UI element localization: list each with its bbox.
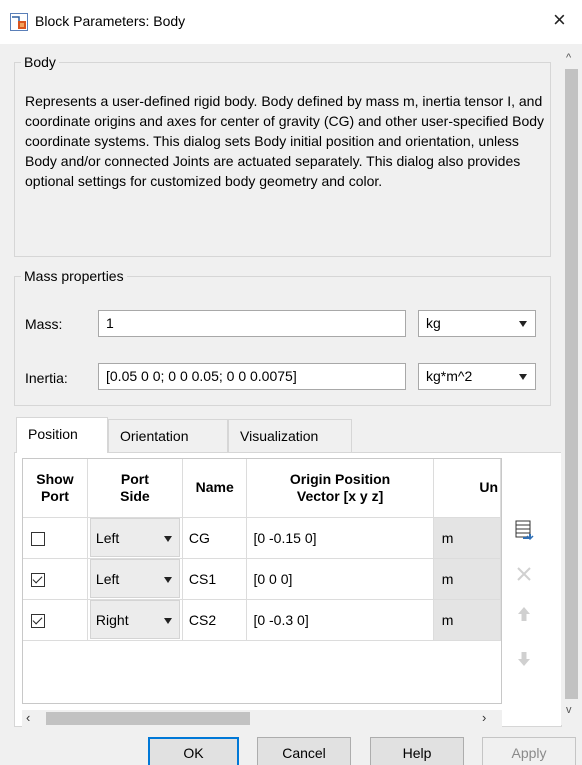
column-header-origin-position[interactable]: Origin Position Vector [x y z]: [246, 459, 434, 518]
inertia-label: Inertia:: [25, 370, 68, 386]
table-row: Left CS1 [0 0 0] m: [23, 558, 501, 600]
column-header-show-port[interactable]: Show Port: [23, 459, 88, 518]
body-group-legend: Body: [24, 54, 56, 70]
port-table: Show Port Port Side Name Origin Position Ve…: [22, 458, 502, 704]
inertia-unit-value: kg*m^2: [426, 368, 473, 384]
cancel-button[interactable]: Cancel: [257, 737, 351, 765]
origin-position-cell[interactable]: [0 -0.3 0]: [246, 599, 434, 641]
port-side-dropdown[interactable]: Left: [89, 518, 180, 557]
header-text: Side: [120, 487, 150, 504]
show-port-checkbox[interactable]: [31, 572, 45, 587]
chevron-down-icon: [163, 577, 172, 583]
port-side-dropdown[interactable]: Left: [89, 559, 180, 598]
show-port-cell: [23, 558, 88, 600]
scroll-down-icon[interactable]: v: [566, 704, 572, 716]
table-horizontal-scrollbar[interactable]: ‹ ›: [22, 710, 502, 727]
table-header-row: Show Port Port Side Name Origin Position Ve…: [23, 459, 501, 518]
move-down-button[interactable]: [512, 645, 536, 672]
show-port-cell: [23, 599, 88, 641]
tab-orientation[interactable]: Orientation: [108, 419, 228, 452]
inertia-field[interactable]: [0.05 0 0; 0 0 0.05; 0 0 0.0075]: [98, 363, 406, 390]
dialog-vertical-scrollbar[interactable]: ^ v: [561, 44, 582, 725]
unit-value: m: [433, 517, 500, 558]
scroll-up-icon[interactable]: ^: [566, 52, 571, 64]
chevron-down-icon: [163, 618, 172, 624]
add-row-button[interactable]: [512, 516, 536, 543]
port-name-cell: CG: [182, 517, 248, 559]
scroll-left-icon[interactable]: ‹: [26, 710, 30, 725]
mass-label: Mass:: [25, 316, 63, 332]
header-text: Vector [x y z]: [296, 487, 384, 504]
header-text: Port: [120, 470, 149, 487]
port-name-cell: CS2: [182, 599, 248, 641]
scroll-right-icon[interactable]: ›: [482, 710, 486, 725]
unit-cell[interactable]: m: [433, 599, 501, 641]
chevron-down-icon: [163, 536, 172, 542]
mass-field[interactable]: 1: [98, 310, 406, 337]
port-side-cell: Left: [87, 558, 183, 600]
apply-button[interactable]: Apply: [482, 737, 576, 765]
tab-visualization[interactable]: Visualization: [228, 419, 352, 452]
simulink-block-icon: [10, 13, 28, 31]
unit-cell[interactable]: m: [433, 558, 501, 600]
table-row: Left CG [0 -0.15 0] m: [23, 517, 501, 559]
scrollbar-thumb[interactable]: [46, 712, 250, 725]
port-side-cell: Right: [87, 599, 183, 641]
unit-value: m: [433, 558, 500, 599]
help-button[interactable]: Help: [370, 737, 464, 765]
header-text: Show: [36, 470, 74, 487]
move-up-icon: [518, 606, 530, 621]
unit-cell[interactable]: m: [433, 517, 501, 559]
ok-button[interactable]: OK: [148, 737, 239, 765]
origin-position-cell[interactable]: [0 0 0]: [246, 558, 434, 600]
close-icon[interactable]: ×: [553, 9, 566, 31]
origin-position-cell[interactable]: [0 -0.15 0]: [246, 517, 434, 559]
move-up-button[interactable]: [512, 600, 536, 627]
chevron-down-icon: [519, 374, 527, 380]
port-side-cell: Left: [87, 517, 183, 559]
port-side-value: Left: [95, 530, 120, 546]
delete-row-button[interactable]: [512, 560, 536, 587]
title-bar: Block Parameters: Body ×: [0, 0, 582, 44]
column-header-port-side[interactable]: Port Side: [87, 459, 183, 518]
port-side-value: Left: [95, 571, 120, 587]
mass-unit-dropdown[interactable]: kg: [418, 310, 536, 337]
column-header-name[interactable]: Name: [182, 459, 248, 518]
move-down-icon: [518, 651, 530, 666]
mass-unit-value: kg: [426, 315, 441, 331]
port-name-cell: CS1: [182, 558, 248, 600]
window-title: Block Parameters: Body: [35, 13, 186, 29]
header-text: Origin Position: [289, 470, 391, 487]
column-header-units[interactable]: Un: [433, 459, 501, 518]
body-description: Represents a user-defined rigid body. Bo…: [25, 93, 545, 189]
show-port-checkbox[interactable]: [31, 613, 45, 628]
tab-position[interactable]: Position: [16, 417, 108, 453]
scrollbar-thumb[interactable]: [565, 69, 578, 699]
mass-properties-legend: Mass properties: [24, 268, 124, 284]
show-port-cell: [23, 517, 88, 559]
show-port-checkbox[interactable]: [31, 531, 45, 546]
header-text: Port: [40, 487, 69, 504]
add-row-icon: [515, 520, 534, 540]
inertia-unit-dropdown[interactable]: kg*m^2: [418, 363, 536, 390]
port-side-dropdown[interactable]: Right: [89, 600, 180, 639]
table-row: Right CS2 [0 -0.3 0] m: [23, 599, 501, 641]
unit-value: m: [433, 599, 500, 640]
port-side-value: Right: [95, 612, 129, 628]
chevron-down-icon: [519, 321, 527, 327]
delete-row-icon: [517, 566, 531, 581]
